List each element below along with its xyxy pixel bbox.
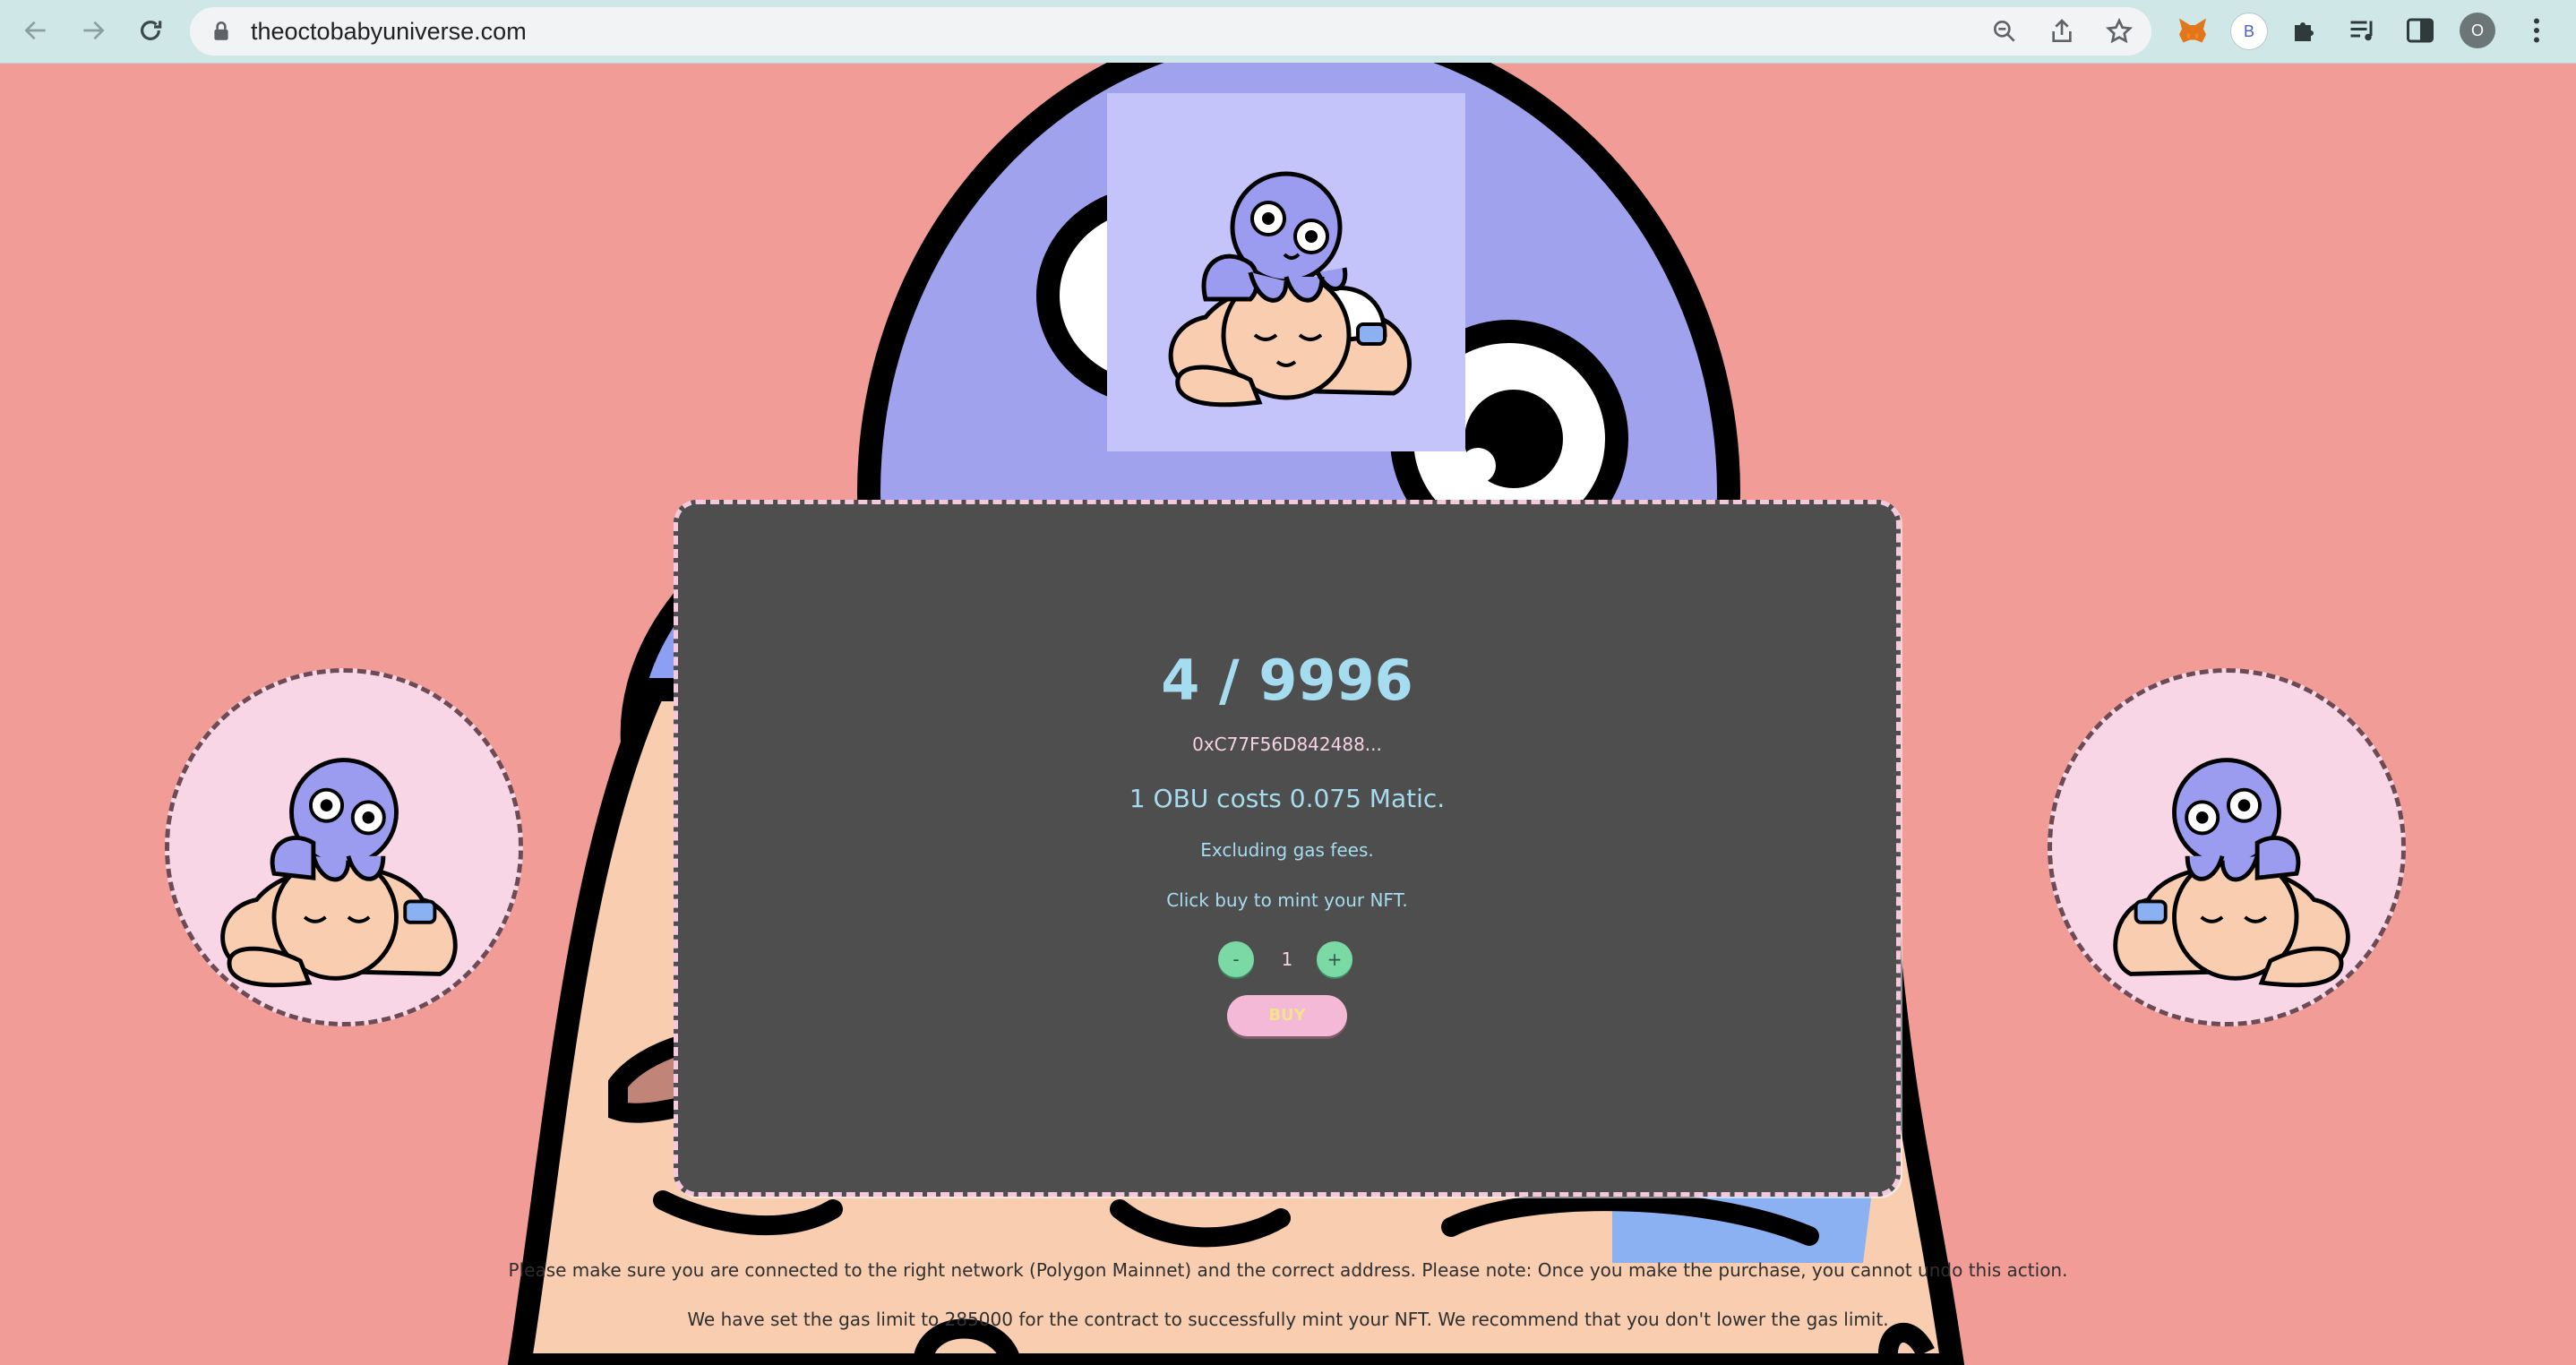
badge-ring [169, 673, 519, 1022]
metamask-fox-icon[interactable] [2177, 14, 2209, 47]
quantity-value: 1 [1281, 949, 1293, 970]
right-octobaby-badge [2048, 668, 2406, 1026]
network-notice: Please make sure you are connected to th… [508, 1259, 2068, 1281]
price-text: 1 OBU costs 0.075 Matic. [1129, 784, 1446, 813]
media-control-icon[interactable] [2347, 14, 2379, 47]
back-button[interactable] [16, 11, 56, 50]
decrease-quantity-button[interactable]: - [1218, 941, 1254, 977]
lock-icon [214, 21, 228, 40]
left-octobaby-badge [165, 668, 523, 1026]
mint-panel: 4 / 9996 0xC77F56D842488... 1 OBU costs … [674, 500, 1901, 1197]
octobaby-sleeping-icon [1168, 171, 1412, 408]
kebab-menu-icon[interactable] [2520, 14, 2553, 47]
extensions-puzzle-icon[interactable] [2289, 14, 2322, 47]
increase-quantity-button[interactable]: + [1317, 941, 1352, 977]
forward-button[interactable] [73, 11, 113, 50]
share-icon[interactable] [2048, 17, 2076, 46]
buy-button[interactable]: BUY [1227, 995, 1347, 1036]
wallet-address: 0xC77F56D842488... [1192, 734, 1382, 755]
mint-instruction: Click buy to mint your NFT. [1166, 889, 1408, 911]
extension-b-badge[interactable]: B [2230, 13, 2268, 50]
nft-preview-card [1107, 93, 1465, 451]
quantity-stepper: - 1 + [678, 941, 1896, 981]
badge-ring [2052, 673, 2401, 1022]
gas-limit-notice: We have set the gas limit to 285000 for … [687, 1309, 1889, 1330]
side-panel-icon[interactable] [2404, 14, 2436, 47]
gas-fee-note: Excluding gas fees. [1200, 839, 1374, 861]
address-bar[interactable]: theoctobabyuniverse.com [190, 7, 2151, 56]
profile-avatar[interactable]: O [2460, 13, 2495, 48]
browser-toolbar: theoctobabyuniverse.com B O [0, 0, 2576, 64]
arrow-right-icon [83, 21, 105, 40]
url-text: theoctobabyuniverse.com [251, 18, 527, 45]
minted-counter: 4 / 9996 [1161, 648, 1413, 713]
reload-button[interactable] [131, 11, 170, 50]
reload-icon [141, 21, 162, 40]
zoom-icon[interactable] [1990, 17, 2019, 46]
arrow-left-icon [24, 21, 46, 40]
star-icon[interactable] [2105, 17, 2134, 46]
